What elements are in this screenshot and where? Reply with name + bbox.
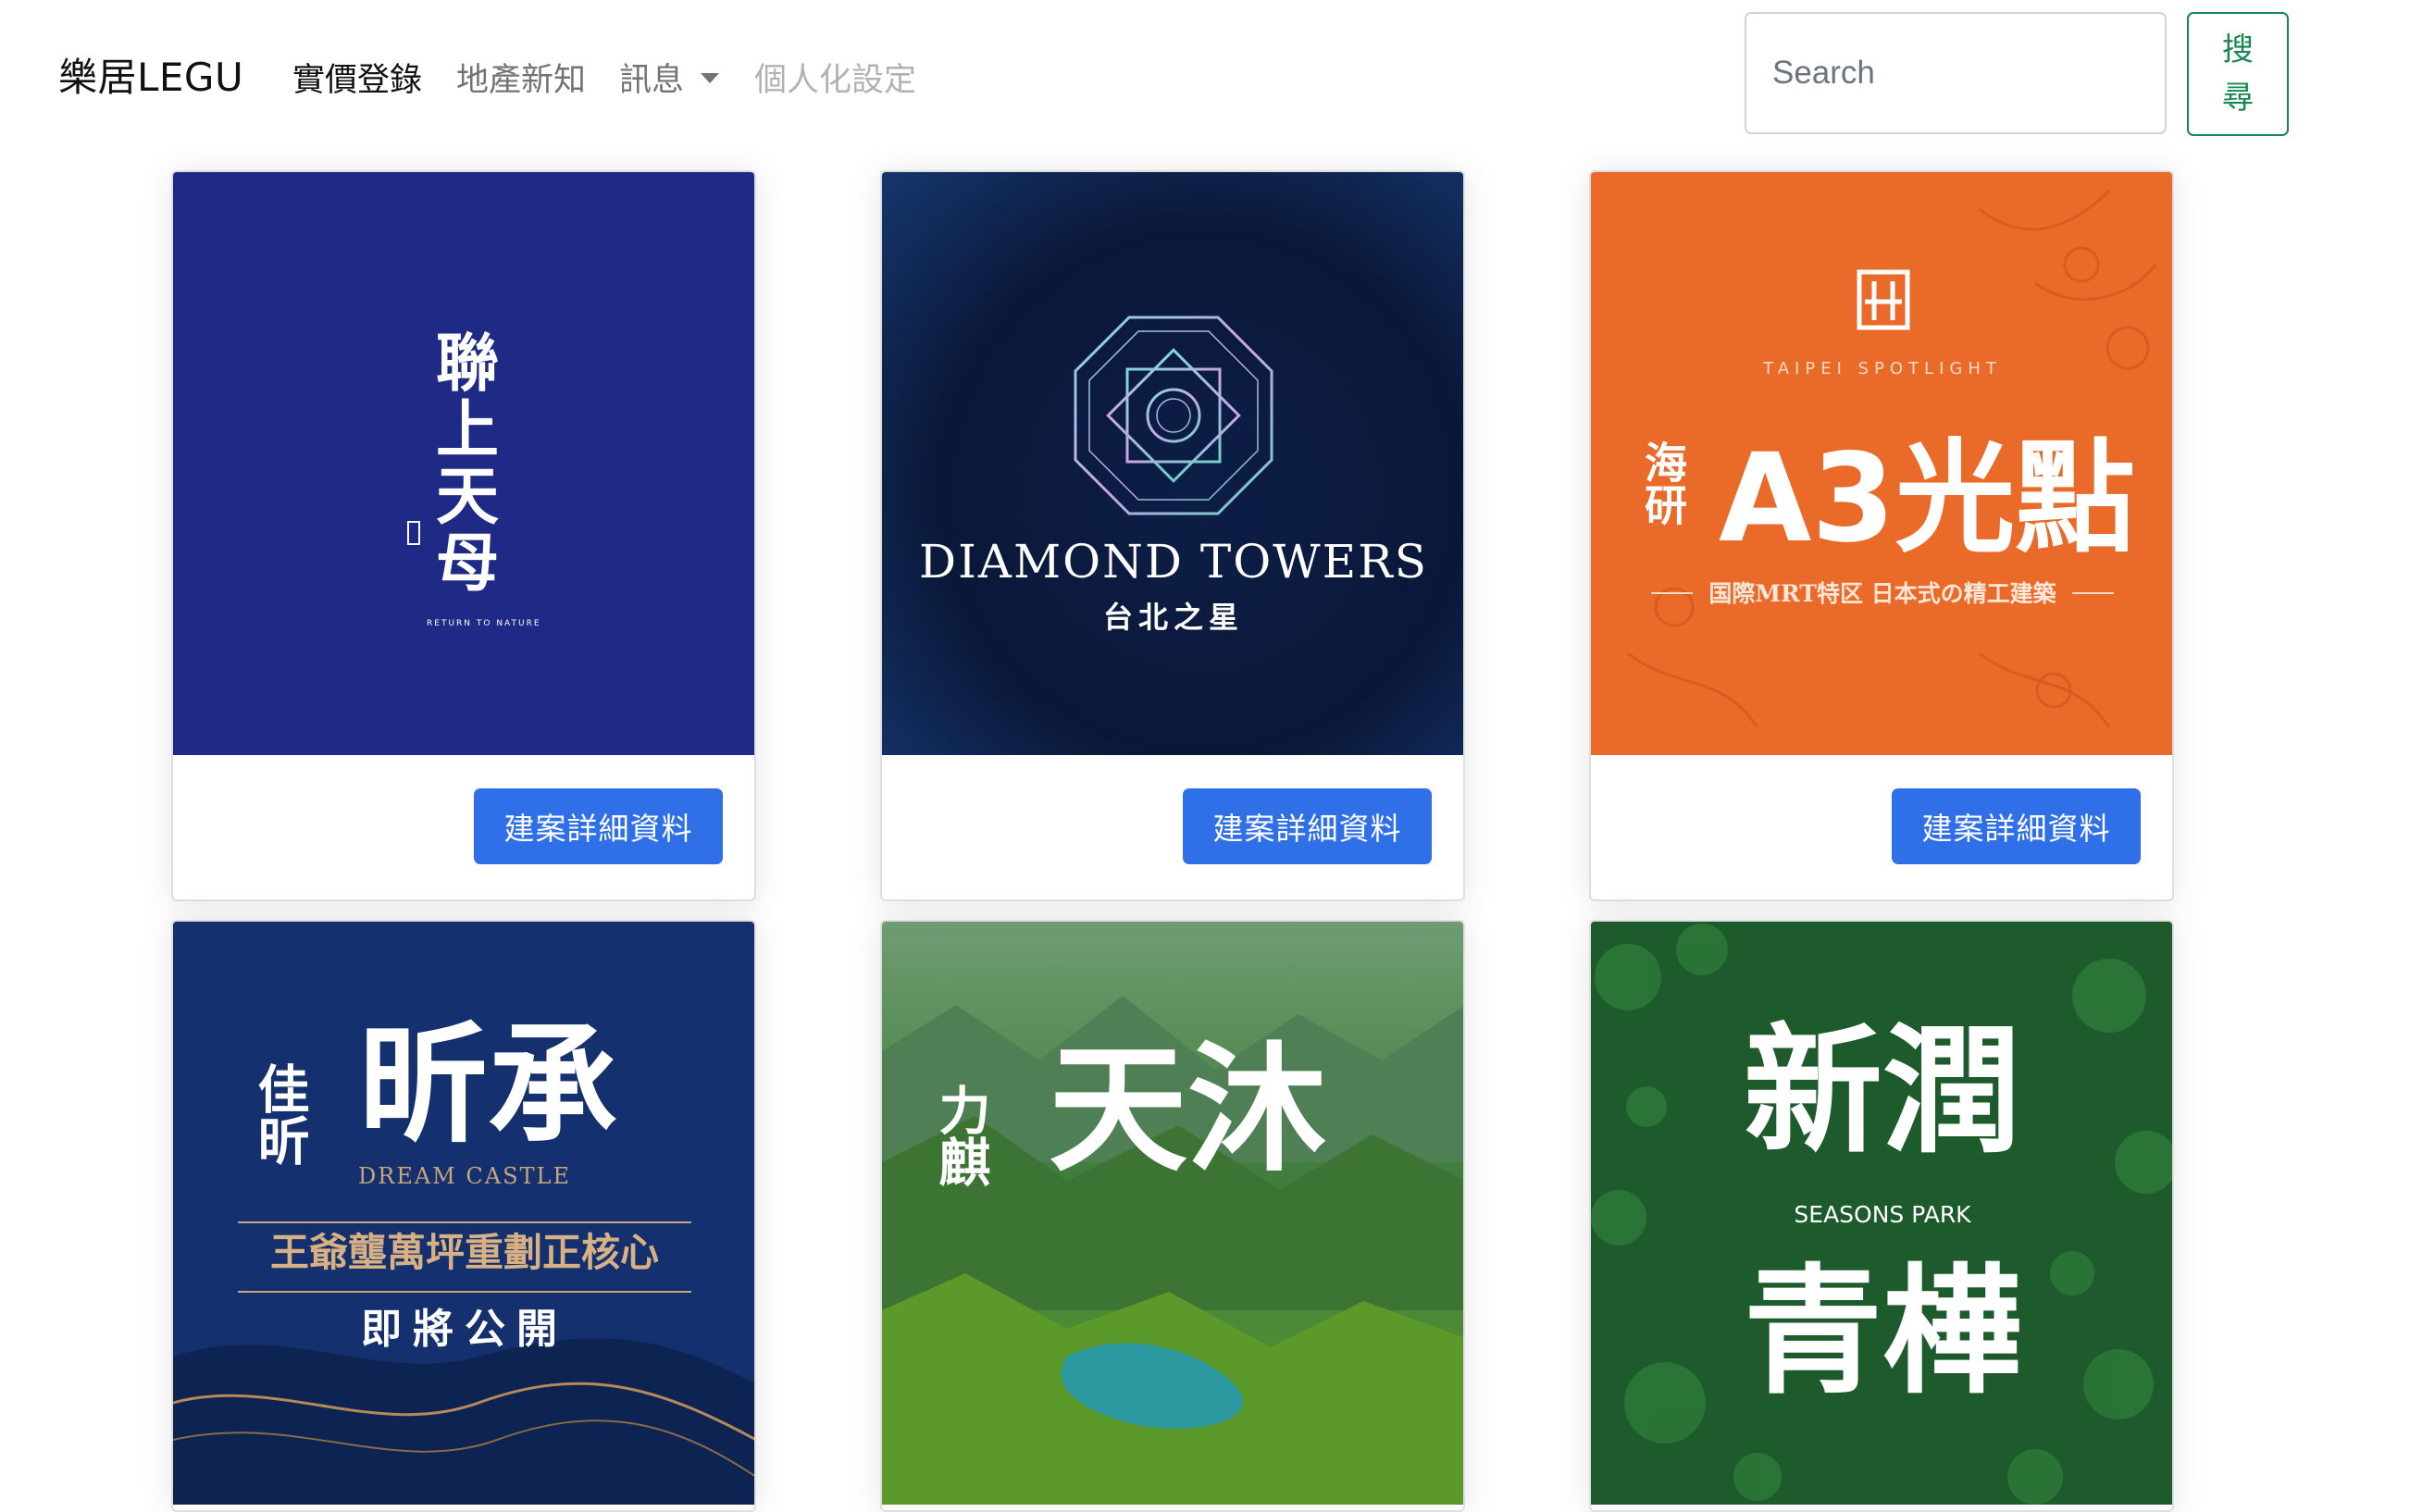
- project-details-button[interactable]: 建案詳細資料: [474, 788, 723, 864]
- project-card: 新潤 SEASONS PARK 青樺: [1589, 920, 2174, 1512]
- card3-title: A3光點: [1719, 428, 2135, 570]
- nav-link-personal-settings: 個人化設定: [754, 62, 917, 99]
- project-image[interactable]: 新潤 SEASONS PARK 青樺: [1591, 922, 2172, 1505]
- nav-link-price-registration[interactable]: 實價登錄: [292, 54, 422, 101]
- project-image[interactable]: 佳昕 昕承 DREAM CASTLE 王爺壟萬坪重劃正核心 即將公開: [173, 922, 754, 1505]
- card6-english: SEASONS PARK: [1794, 1201, 1971, 1228]
- project-image[interactable]: 力麒 天沐: [882, 922, 1463, 1505]
- card5-title: 天沐: [1049, 1028, 1326, 1191]
- project-image[interactable]: 聯 上 天 母 RETURN TO NATURE: [173, 172, 754, 755]
- project-details-button[interactable]: 建案詳細資料: [1892, 788, 2141, 864]
- card4-title: 昕承: [358, 1010, 617, 1161]
- card6-title-bottom: 青樺: [1744, 1252, 2021, 1413]
- project-card: DIAMOND TOWERS 台北之星 建案詳細資料: [880, 170, 1465, 901]
- project-card: TAIPEI SPOTLIGHT 海研 A3光點 国際MRT特区 日本式の精工建…: [1589, 170, 2174, 901]
- card2-title: DIAMOND TOWERS: [919, 535, 1428, 589]
- card1-caption: RETURN TO NATURE: [427, 619, 541, 628]
- search-button[interactable]: 搜尋: [2187, 12, 2289, 136]
- brand-logo[interactable]: 樂居LEGU: [58, 46, 243, 103]
- navbar: 樂居LEGU 實價登錄 地產新知 訊息 個人化設定 搜尋: [0, 0, 2410, 146]
- project-card: 力麒 天沐: [880, 920, 1465, 1512]
- project-card: 佳昕 昕承 DREAM CASTLE 王爺壟萬坪重劃正核心 即將公開: [171, 920, 756, 1512]
- card3-side-text: 海研: [1638, 440, 1688, 526]
- card1-title-char-4: 母: [436, 527, 499, 601]
- card4-line2: 即將公開: [361, 1306, 568, 1353]
- card6-title-top: 新潤: [1744, 1011, 2021, 1172]
- project-card: 聯 上 天 母 RETURN TO NATURE 建案詳細資料: [171, 170, 756, 901]
- nav-dropdown-messages[interactable]: 訊息: [619, 54, 720, 101]
- project-image[interactable]: TAIPEI SPOTLIGHT 海研 A3光點 国際MRT特区 日本式の精工建…: [1591, 172, 2172, 755]
- project-details-button[interactable]: 建案詳細資料: [1183, 788, 1432, 864]
- card5-side-text: 力麒: [930, 1084, 991, 1187]
- search-input[interactable]: [1745, 12, 2167, 134]
- caret-down-icon: [701, 72, 720, 83]
- nav-link-real-estate-news[interactable]: 地產新知: [456, 54, 586, 101]
- card3-eyebrow: TAIPEI SPOTLIGHT: [1762, 359, 2002, 378]
- nav-dropdown-messages-label: 訊息: [619, 62, 685, 99]
- wave-decoration-icon: [173, 1338, 754, 1505]
- card1-title-char-1: 聯: [436, 327, 499, 401]
- card3-subtitle: 国際MRT特区 日本式の精工建築: [1708, 580, 2056, 607]
- card4-line1: 王爺壟萬坪重劃正核心: [270, 1230, 659, 1275]
- card4-english: DREAM CASTLE: [358, 1163, 571, 1189]
- card1-title-char-2: 上: [436, 393, 499, 467]
- project-image[interactable]: DIAMOND TOWERS 台北之星: [882, 172, 1463, 755]
- card1-title-char-3: 天: [436, 460, 499, 534]
- card2-subtitle: 台北之星: [1103, 600, 1244, 635]
- card4-side-text: 佳昕: [249, 1062, 310, 1166]
- search-button-label: 搜尋: [2222, 31, 2254, 117]
